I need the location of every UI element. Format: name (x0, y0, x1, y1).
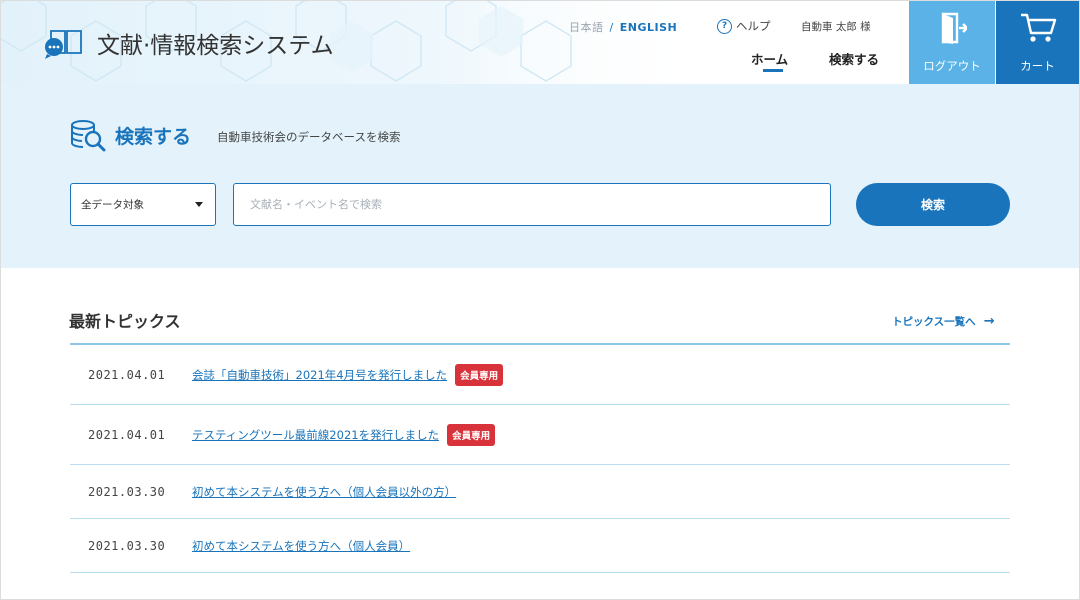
topics-title: 最新トピックス (69, 312, 181, 331)
topic-date: 2021.04.01 (88, 427, 166, 442)
search-heading: 検索する 自動車技術会のデータベースを検索 (69, 118, 400, 152)
question-circle-icon: ? (717, 18, 732, 34)
topic-row: 2021.04.01 会誌「自動車技術」2021年4月号を発行しました 会員専用 (70, 345, 1010, 405)
topic-link[interactable]: 会誌「自動車技術」2021年4月号を発行しました (192, 367, 447, 383)
topic-date: 2021.03.30 (88, 484, 166, 499)
search-button[interactable]: 検索 (856, 183, 1010, 226)
lang-separator: / (609, 21, 614, 34)
caret-down-icon (195, 202, 203, 207)
topic-row: 2021.03.30 初めて本システムを使う方へ（個人会員） (70, 519, 1010, 573)
lang-english-link[interactable]: ENGLISH (620, 21, 677, 34)
search-scope-value: 全データ対象 (81, 199, 144, 211)
cart-label: カート (1020, 59, 1055, 73)
site-logo[interactable]: 文献·情報検索システム (41, 25, 334, 61)
help-link[interactable]: ? ヘルプ (717, 18, 771, 34)
topic-row: 2021.04.01 テスティングツール最前線2021を発行しました 会員専用 (70, 405, 1010, 465)
database-search-icon (71, 120, 106, 152)
search-section: 検索する 自動車技術会のデータベースを検索 全データ対象 検索 (1, 84, 1079, 268)
arrow-right-icon: → (983, 314, 995, 329)
cart-button[interactable]: カート (996, 1, 1079, 84)
topic-link[interactable]: 初めて本システムを使う方へ（個人会員以外の方） (192, 484, 456, 500)
topic-date: 2021.04.01 (88, 367, 166, 382)
user-name: 自動車 太郎 様 (801, 21, 871, 33)
nav-search[interactable]: 検索する (829, 49, 879, 68)
members-only-badge: 会員専用 (455, 363, 504, 386)
search-input[interactable] (233, 183, 831, 226)
logo-book-chat-icon (45, 30, 82, 59)
logout-door-icon (941, 12, 967, 44)
logout-label: ログアウト (923, 59, 981, 73)
topics-list: 2021.04.01 会誌「自動車技術」2021年4月号を発行しました 会員専用… (70, 343, 1010, 573)
nav-home[interactable]: ホーム (751, 49, 788, 72)
site-header: 文献·情報検索システム 日本語 / ENGLISH ? ヘルプ 自動車 太郎 様… (1, 1, 1079, 84)
search-description: 自動車技術会のデータベースを検索 (217, 130, 401, 144)
help-label: ヘルプ (736, 19, 771, 33)
topic-link[interactable]: テスティングツール最前線2021を発行しました (192, 427, 439, 443)
app-title: 文献·情報検索システム (97, 33, 334, 59)
logout-button[interactable]: ログアウト (909, 1, 995, 84)
language-switch: 日本語 / ENGLISH (569, 19, 677, 35)
members-only-badge: 会員専用 (447, 423, 496, 446)
topics-more-label: トピックス一覧へ (892, 316, 976, 328)
topic-link[interactable]: 初めて本システムを使う方へ（個人会員） (192, 538, 410, 554)
topics-more-link[interactable]: トピックス一覧へ → (892, 314, 995, 329)
cart-icon (1020, 13, 1056, 42)
search-title: 検索する (115, 125, 192, 148)
search-scope-select[interactable]: 全データ対象 (70, 183, 216, 226)
topic-date: 2021.03.30 (88, 538, 166, 553)
topic-row: 2021.03.30 初めて本システムを使う方へ（個人会員以外の方） (70, 465, 1010, 519)
lang-japanese-link[interactable]: 日本語 (569, 21, 604, 34)
